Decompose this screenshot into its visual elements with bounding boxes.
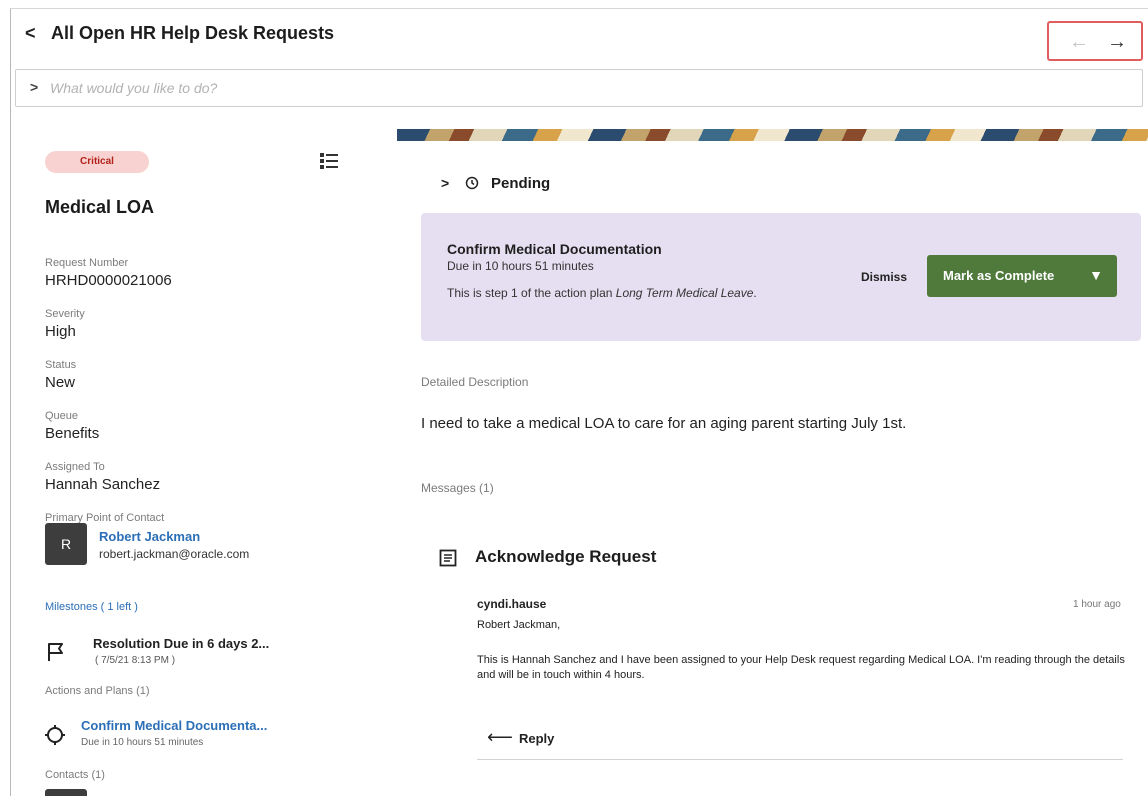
field-value: Hannah Sanchez	[45, 476, 161, 493]
decorative-banner	[397, 129, 1148, 141]
message-body: This is Hannah Sanchez and I have been a…	[477, 654, 1125, 681]
flag-icon	[48, 643, 63, 661]
field-label: Severity	[45, 308, 85, 320]
field-request-number: Request Number HRHD0000021006	[45, 257, 172, 289]
milestone-title: Resolution Due in 6 days 2...	[93, 636, 270, 651]
pending-section-label: Pending	[491, 175, 551, 192]
action-plan-link[interactable]: Confirm Medical Documenta...	[81, 718, 267, 733]
previous-record-button[interactable]: ←	[1069, 31, 1089, 54]
message-icon	[439, 549, 457, 567]
next-record-button[interactable]: →	[1107, 31, 1127, 54]
field-severity: Severity High	[45, 308, 85, 340]
pending-task-card: Confirm Medical Documentation Due in 10 …	[421, 213, 1141, 341]
dismiss-button[interactable]: Dismiss	[861, 270, 907, 284]
message-greeting: Robert Jackman,	[477, 619, 561, 631]
action-search-input[interactable]	[50, 77, 1130, 99]
task-step-description: This is step 1 of the action plan Long T…	[447, 285, 777, 301]
field-status: Status New	[45, 359, 76, 391]
task-step-prefix: This is step 1 of the action plan	[447, 286, 616, 300]
request-title: Medical LOA	[45, 197, 155, 217]
description-label: Detailed Description	[421, 375, 529, 389]
field-value: High	[45, 323, 76, 340]
field-label: Queue	[45, 410, 79, 422]
field-label: Request Number	[45, 257, 129, 269]
target-icon	[45, 725, 65, 745]
task-title: Confirm Medical Documentation	[447, 241, 662, 257]
messages-label: Messages (1)	[421, 481, 494, 495]
field-value: HRHD0000021006	[45, 272, 172, 289]
message-author: cyndi.hause	[477, 597, 547, 611]
task-step-plan-name: Long Term Medical Leave	[615, 286, 754, 300]
message-timestamp: 1 hour ago	[1073, 599, 1121, 610]
reply-label: Reply	[519, 731, 555, 746]
message-divider	[477, 759, 1123, 760]
list-view-icon[interactable]	[317, 149, 341, 173]
page-header: < All Open HR Help Desk Requests ← →	[11, 9, 1148, 65]
request-summary-panel: Critical Medical LOA Request Number HRHD…	[11, 109, 391, 796]
action-search-bar[interactable]: >	[15, 69, 1143, 107]
pending-expand-toggle[interactable]: >	[441, 175, 449, 191]
reply-arrow-icon: ⟵	[487, 727, 513, 747]
field-value: Benefits	[45, 425, 100, 442]
action-plan-due: Due in 10 hours 51 minutes	[81, 737, 204, 748]
actions-plans-label: Actions and Plans (1)	[45, 685, 150, 697]
field-label: Status	[45, 359, 77, 371]
record-navigation: ← →	[1047, 21, 1143, 61]
task-due: Due in 10 hours 51 minutes	[447, 259, 594, 273]
primary-contact-email: robert.jackman@oracle.com	[99, 547, 250, 561]
description-text: I need to take a medical LOA to care for…	[421, 415, 907, 432]
field-label: Assigned To	[45, 461, 105, 473]
message-title: Acknowledge Request	[475, 547, 657, 566]
milestone-date: ( 7/5/21 8:13 PM )	[95, 655, 176, 666]
mark-as-complete-button[interactable]: Mark as Complete ▼	[927, 255, 1117, 297]
clock-icon	[465, 176, 479, 190]
field-value: New	[45, 374, 76, 391]
caret-down-icon[interactable]: ▼	[1089, 267, 1103, 283]
request-detail-panel: > Pending Confirm Medical Documentation …	[397, 109, 1148, 796]
contact-avatar-thumbnail	[45, 789, 87, 796]
contacts-label: Contacts (1)	[45, 769, 105, 781]
task-step-suffix: .	[753, 286, 757, 300]
mark-as-complete-label: Mark as Complete	[943, 268, 1055, 283]
page-title: All Open HR Help Desk Requests	[51, 23, 335, 43]
back-button[interactable]: <	[25, 23, 36, 44]
field-assigned-to: Assigned To Hannah Sanchez	[45, 461, 160, 493]
chevron-right-icon: >	[30, 79, 39, 95]
app-frame: < All Open HR Help Desk Requests ← → > C…	[10, 8, 1148, 796]
primary-contact-name-link[interactable]: Robert Jackman	[99, 529, 200, 544]
severity-badge: Critical	[45, 151, 149, 173]
field-queue: Queue Benefits	[45, 410, 99, 442]
milestones-link[interactable]: Milestones ( 1 left )	[45, 601, 138, 613]
avatar: R	[45, 523, 87, 565]
